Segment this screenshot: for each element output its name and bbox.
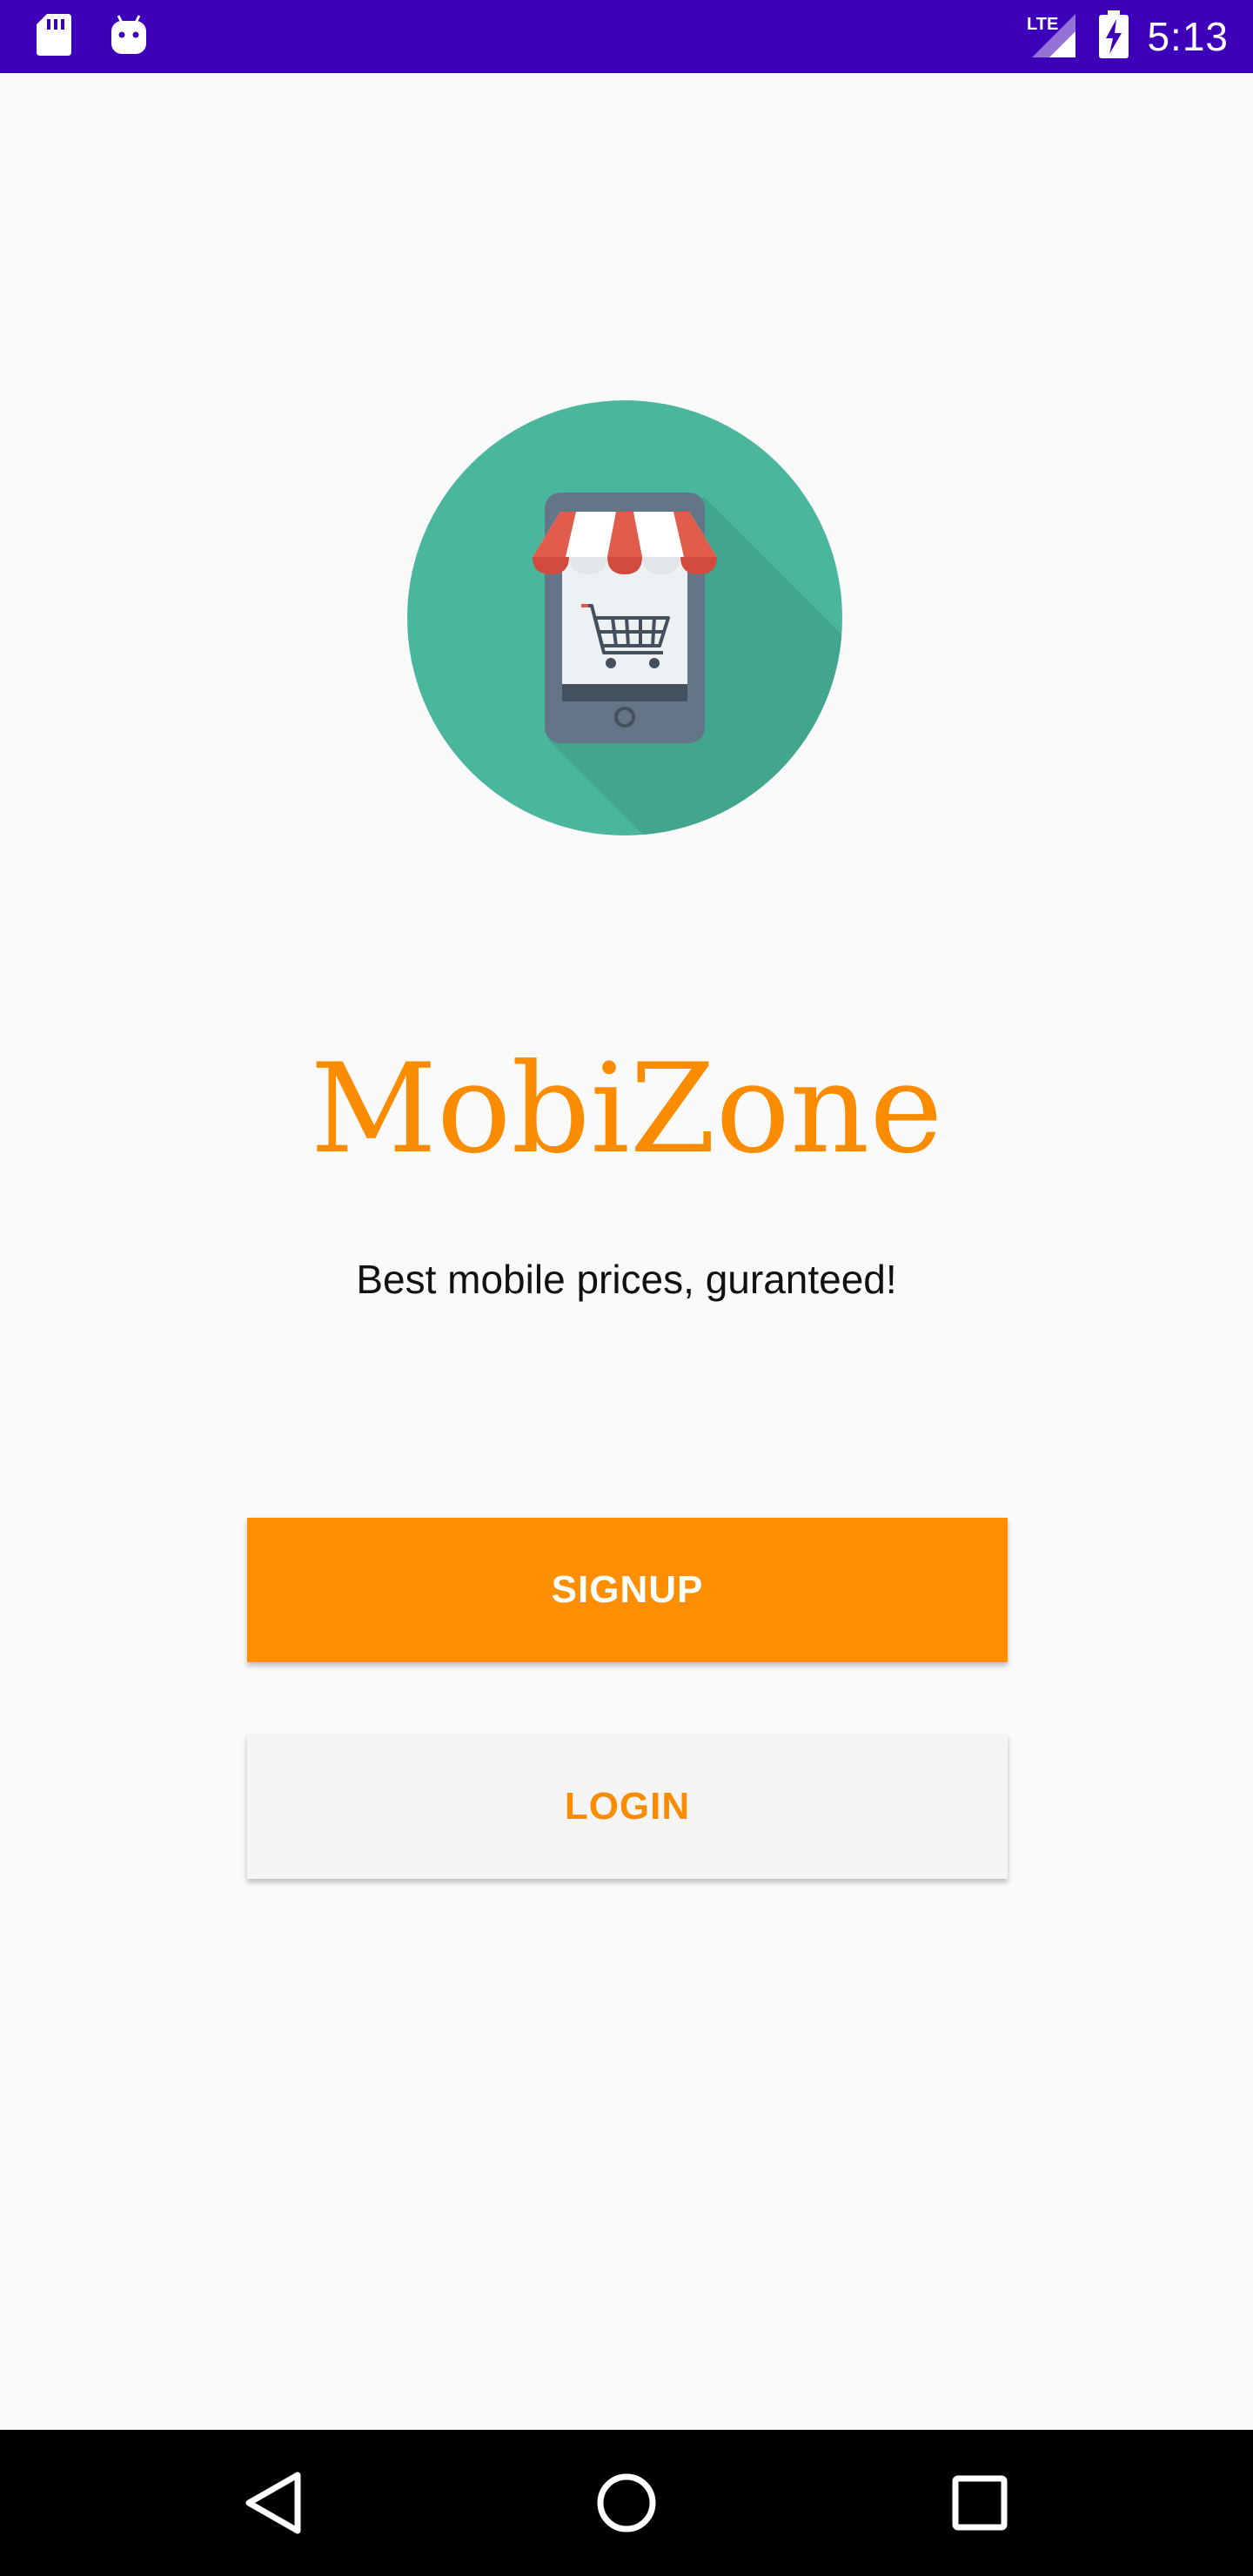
sd-card-icon <box>35 12 73 62</box>
status-bar: LTE 5:13 <box>0 0 1253 73</box>
navigation-bar <box>0 2430 1253 2576</box>
back-icon[interactable] <box>230 2459 317 2546</box>
status-bar-right: LTE 5:13 <box>1025 0 1229 73</box>
login-button[interactable]: LOGIN <box>247 1734 1008 1879</box>
app-logo <box>407 400 842 835</box>
status-time: 5:13 <box>1147 14 1229 59</box>
android-icon <box>110 14 148 60</box>
recents-icon[interactable] <box>936 2459 1023 2546</box>
signup-button[interactable]: SIGNUP <box>247 1518 1008 1662</box>
app-title: MobiZone <box>310 1037 943 1181</box>
home-icon[interactable] <box>583 2459 670 2546</box>
battery-charging-icon <box>1098 10 1129 64</box>
shopping-cart-store-icon <box>407 400 842 835</box>
status-bar-left <box>35 12 148 62</box>
app-tagline: Best mobile prices, guranteed! <box>356 1257 897 1302</box>
lte-signal-icon: LTE <box>1025 10 1081 64</box>
network-label: LTE <box>1027 15 1058 34</box>
